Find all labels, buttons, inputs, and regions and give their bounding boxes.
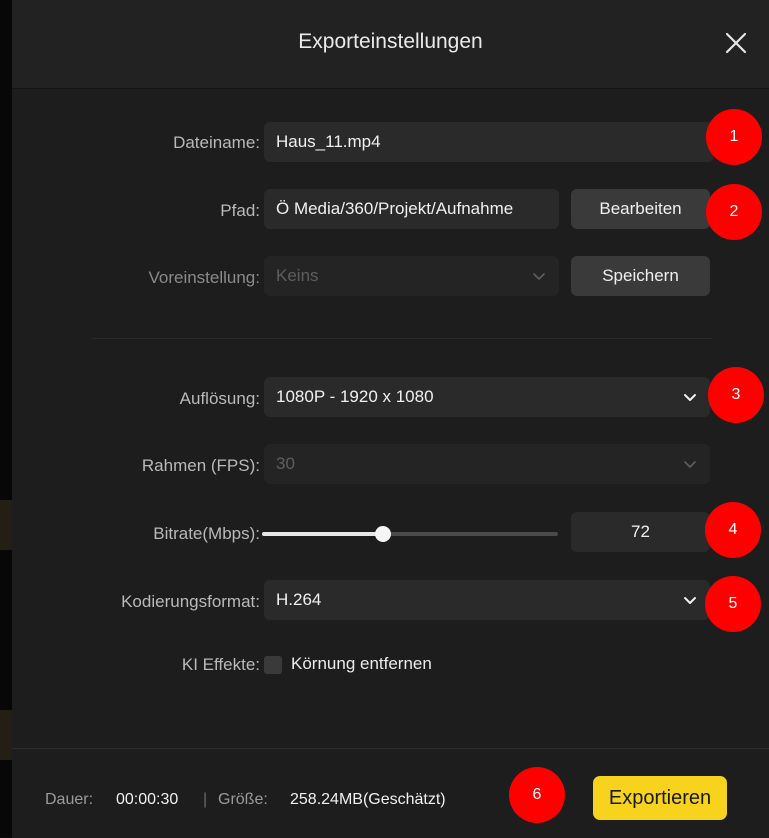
bitrate-slider-thumb[interactable] (375, 526, 392, 542)
resolution-value: 1080P - 1920 x 1080 (276, 387, 434, 406)
ai-effects-label: KI Effekte: (181, 655, 260, 674)
preset-value: Keins (276, 266, 319, 285)
fps-select[interactable]: 30 (264, 444, 710, 484)
path-value: Ö Media/360/Projekt/Aufnahme (276, 199, 514, 218)
preset-label: Voreinstellung: (148, 268, 260, 287)
bitrate-slider[interactable] (262, 526, 558, 542)
codec-label: Kodierungsformat: (121, 592, 260, 611)
grain-removal-checkbox[interactable] (264, 656, 282, 674)
duration-label: Dauer: (45, 791, 94, 808)
grain-removal-label[interactable]: Körnung entfernen (291, 654, 432, 674)
path-label: Pfad: (220, 201, 260, 220)
bitrate-label: Bitrate(Mbps): (153, 524, 260, 543)
export-button[interactable]: Exportieren (593, 776, 727, 820)
filename-value: Haus_11.mp4 (276, 132, 381, 151)
bitrate-input[interactable]: 72 (571, 512, 710, 552)
annotation-marker: 1 (706, 109, 762, 165)
close-icon (725, 32, 747, 54)
resolution-select[interactable]: 1080P - 1920 x 1080 (264, 377, 710, 417)
background-timeline-mark (0, 500, 12, 550)
annotation-marker: 2 (706, 184, 762, 240)
filename-label: Dateiname: (173, 133, 260, 152)
resolution-label: Auflösung: (179, 389, 260, 408)
codec-select[interactable]: H.264 (264, 580, 710, 620)
fps-value: 30 (276, 454, 295, 473)
export-settings-dialog: Exporteinstellungen Dateiname: Haus_11.m… (12, 0, 769, 838)
background-window-edge (0, 0, 12, 837)
footer-separator: | (203, 791, 208, 808)
annotation-marker: 5 (705, 576, 761, 632)
annotation-marker: 6 (509, 767, 565, 823)
background-timeline-mark (0, 710, 12, 760)
codec-value: H.264 (276, 590, 322, 609)
duration-value: 00:00:30 (116, 791, 179, 808)
dialog-title: Exporteinstellungen (298, 30, 483, 53)
path-field: Ö Media/360/Projekt/Aufnahme (264, 189, 559, 229)
filename-input[interactable]: Haus_11.mp4 (264, 122, 714, 162)
close-button[interactable] (721, 28, 751, 58)
annotation-marker: 4 (705, 502, 761, 558)
edit-path-button[interactable]: Bearbeiten (571, 189, 710, 229)
preset-select[interactable]: Keins (264, 256, 559, 296)
size-label: Größe: (218, 791, 268, 808)
chevron-down-icon (684, 461, 696, 468)
annotation-marker: 3 (708, 367, 764, 423)
chevron-down-icon (684, 597, 696, 604)
section-divider (92, 338, 712, 339)
size-value: 258.24MB(Geschätzt) (290, 791, 446, 808)
bitrate-slider-fill (262, 532, 384, 536)
dialog-titlebar: Exporteinstellungen (12, 0, 769, 89)
save-preset-button[interactable]: Speichern (571, 256, 710, 296)
chevron-down-icon (684, 394, 696, 401)
bitrate-value: 72 (631, 522, 650, 541)
fps-label: Rahmen (FPS): (141, 456, 260, 475)
chevron-down-icon (533, 273, 545, 280)
